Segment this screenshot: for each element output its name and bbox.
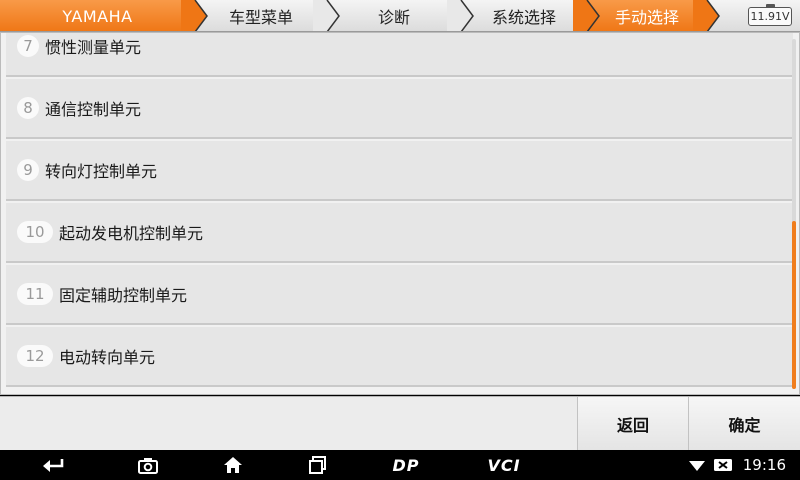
list-item-number: 8 <box>17 97 39 119</box>
list-item-label: 起动发电机控制单元 <box>59 224 204 243</box>
list-scrollbar-thumb[interactable] <box>792 221 796 389</box>
breadcrumb-brand[interactable]: YAMAHA <box>0 0 208 31</box>
breadcrumb-item-label: 手动选择 <box>614 8 679 27</box>
list-item-label: 电动转向单元 <box>59 348 156 367</box>
list-item[interactable]: 9 转向灯控制单元 <box>6 141 793 201</box>
list-item[interactable]: 7 惯性测量单元 <box>6 33 793 77</box>
list-item-label: 惯性测量单元 <box>45 38 142 57</box>
home-icon[interactable] <box>219 450 247 480</box>
wifi-icon <box>688 450 706 480</box>
breadcrumb-separator-icon <box>447 0 474 31</box>
list-item-label: 固定辅助控制单元 <box>59 286 188 305</box>
list-item-number: 9 <box>17 159 39 181</box>
breadcrumb-item-diagnosis[interactable]: 诊断 <box>327 0 474 31</box>
breadcrumb-separator-icon <box>573 0 600 31</box>
camera-icon[interactable] <box>134 450 162 480</box>
breadcrumb-item-label: 车型菜单 <box>228 8 293 27</box>
list-item-label: 转向灯控制单元 <box>45 162 158 181</box>
vci-icon[interactable]: VCI <box>482 450 526 480</box>
list-item-number: 11 <box>17 283 53 305</box>
breadcrumb-separator-icon <box>693 0 720 31</box>
battery-voltage-value: 11.91V <box>750 10 790 23</box>
system-list: 7 惯性测量单元 8 通信控制单元 9 转向灯控制单元 10 起动发电机控制单元… <box>0 32 800 395</box>
vci-label: VCI <box>487 455 521 475</box>
breadcrumb: YAMAHA 车型菜单 诊断 系统选择 手动选择 11.91V <box>0 0 800 32</box>
list-item-number: 7 <box>17 35 39 57</box>
recent-apps-icon[interactable] <box>304 450 332 480</box>
confirm-button[interactable]: 确定 <box>688 397 800 451</box>
breadcrumb-separator-icon <box>181 0 208 31</box>
list-item[interactable]: 8 通信控制单元 <box>6 79 793 139</box>
system-nav-bar: DP VCI 19:16 <box>0 450 800 480</box>
back-icon[interactable] <box>38 450 68 480</box>
no-sim-icon <box>712 450 734 480</box>
action-bar: 返回 确定 <box>0 396 800 451</box>
breadcrumb-item-label: 诊断 <box>377 8 410 27</box>
breadcrumb-item-label: 系统选择 <box>491 8 556 27</box>
breadcrumb-item-system-select[interactable]: 系统选择 <box>461 0 600 31</box>
breadcrumb-item-model-menu[interactable]: 车型菜单 <box>195 0 340 31</box>
back-button[interactable]: 返回 <box>577 397 688 451</box>
list-scrollbar[interactable] <box>792 39 796 389</box>
battery-voltage-indicator: 11.91V <box>748 4 792 26</box>
list-item[interactable]: 12 电动转向单元 <box>6 327 793 387</box>
dp-label: DP <box>392 455 420 475</box>
list-item[interactable]: 11 固定辅助控制单元 <box>6 265 793 325</box>
breadcrumb-item-manual-select[interactable]: 手动选择 <box>587 0 720 31</box>
list-item[interactable]: 10 起动发电机控制单元 <box>6 203 793 263</box>
clock: 19:16 <box>742 456 786 474</box>
list-item-number: 10 <box>17 221 53 243</box>
dp-icon[interactable]: DP <box>384 450 428 480</box>
breadcrumb-separator-icon <box>313 0 340 31</box>
breadcrumb-brand-label: YAMAHA <box>62 6 133 26</box>
list-item-number: 12 <box>17 345 53 367</box>
list-item-label: 通信控制单元 <box>45 100 142 119</box>
